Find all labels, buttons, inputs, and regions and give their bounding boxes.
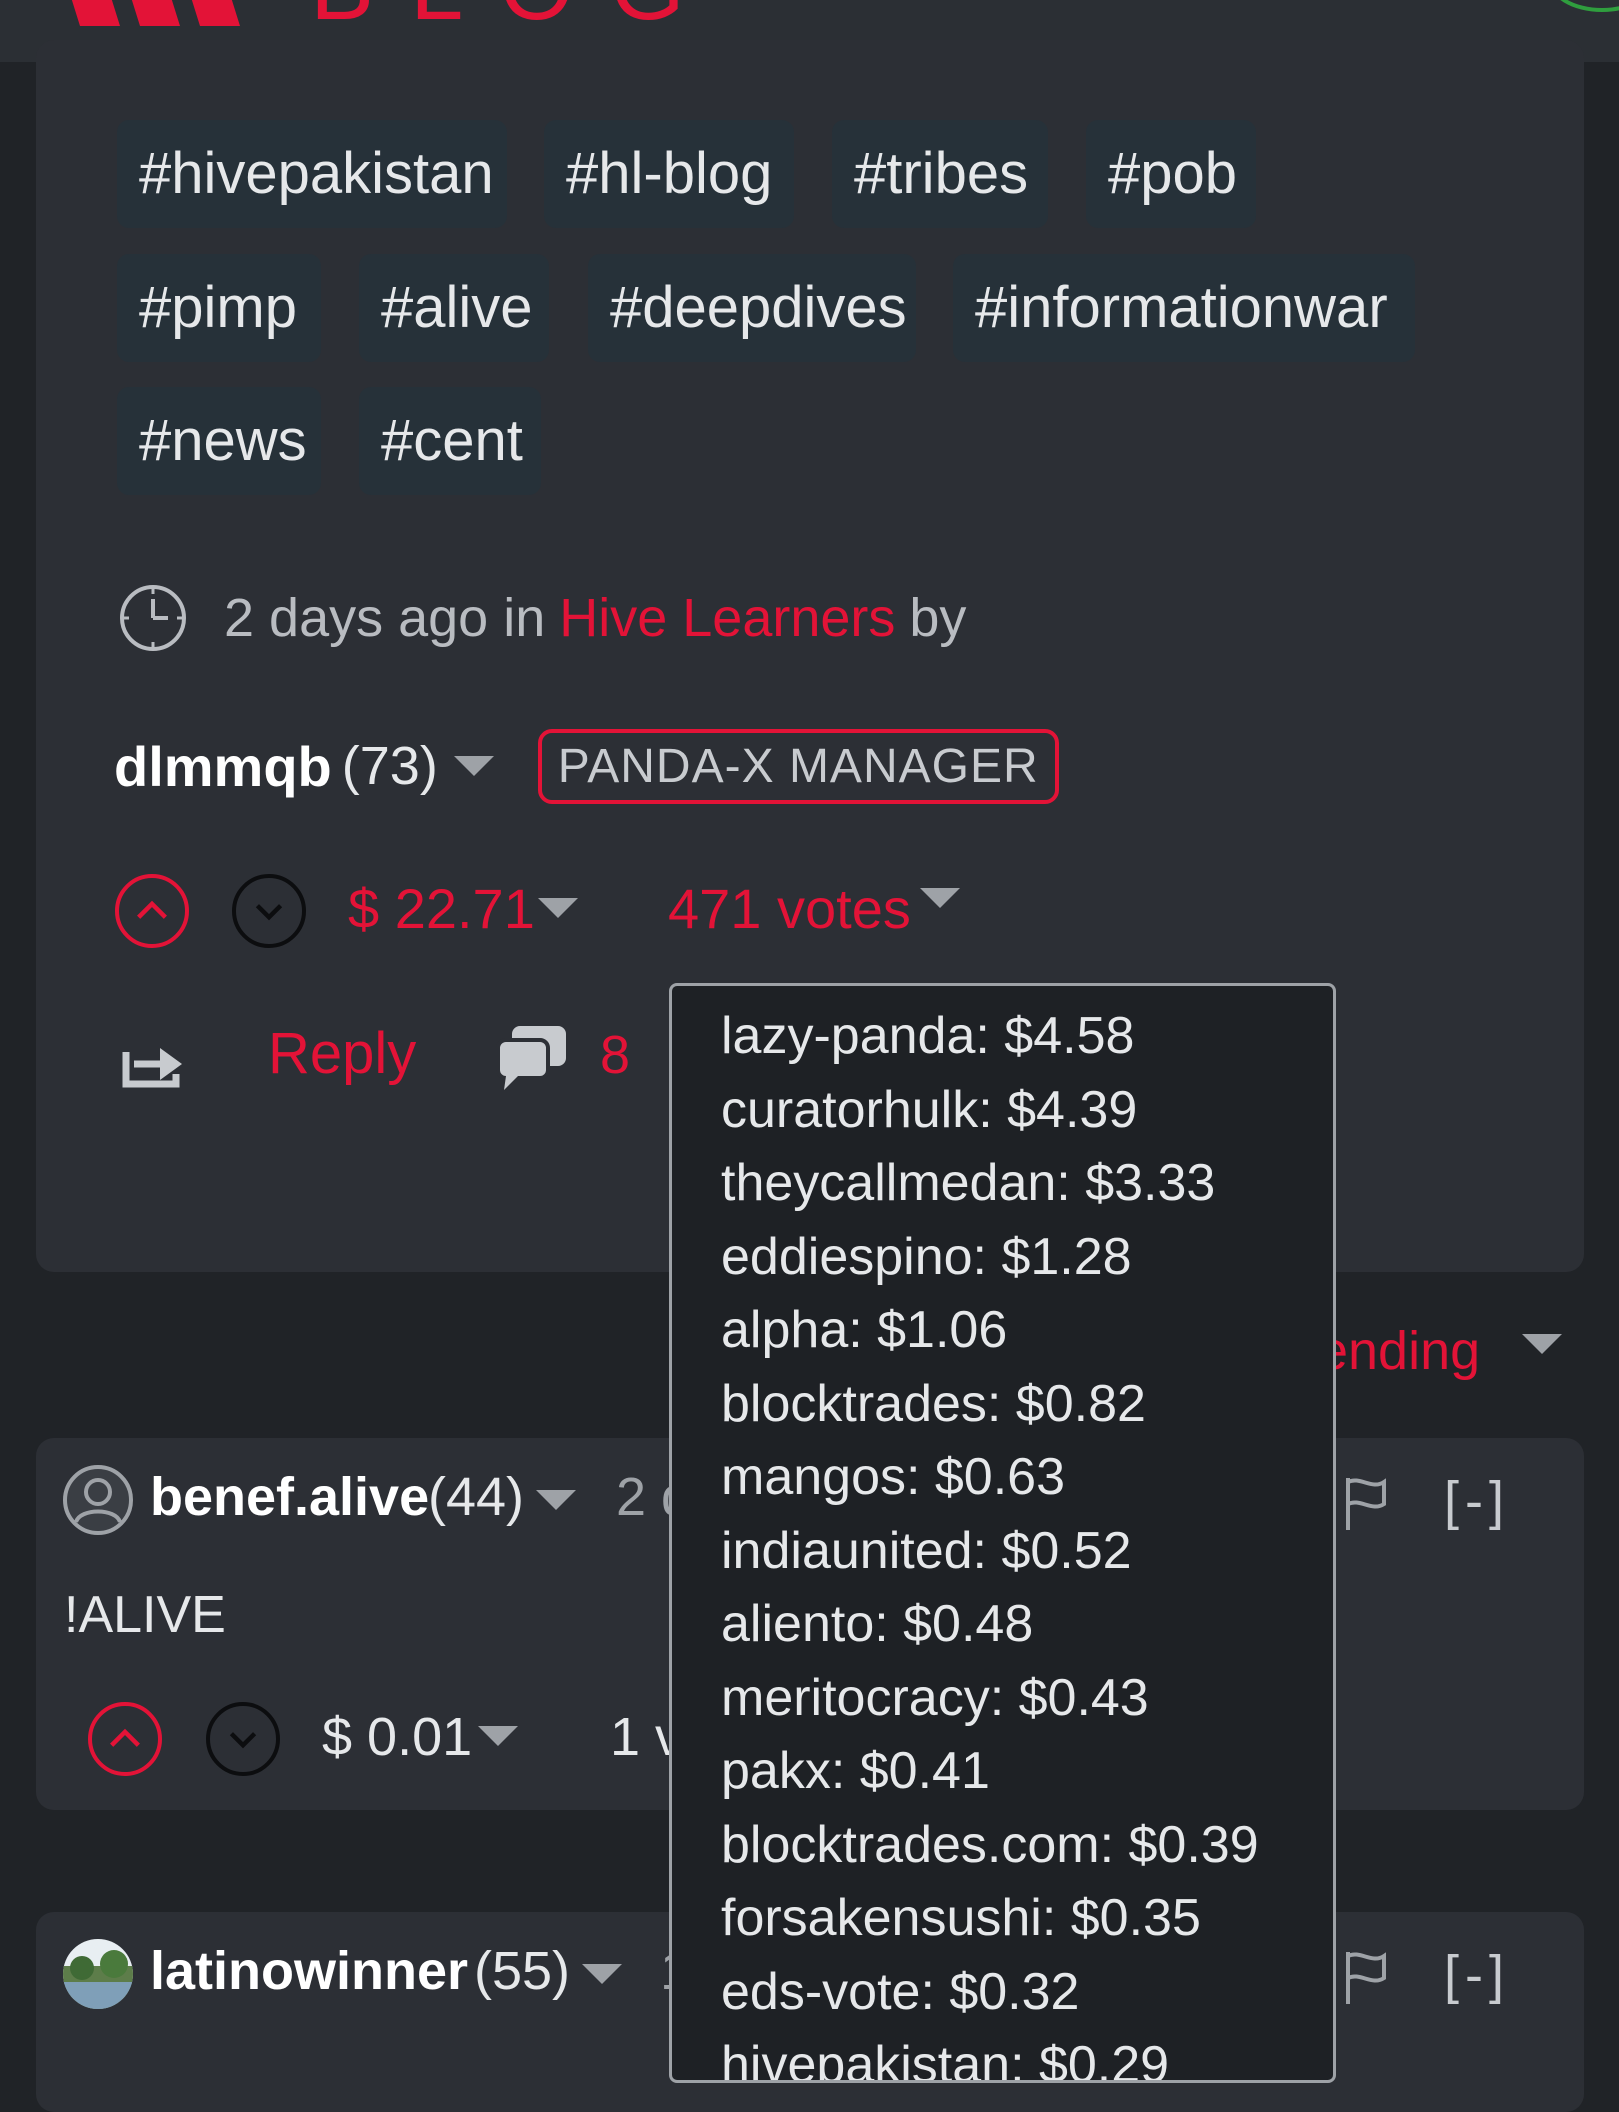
voter-entry[interactable]: mangos: $0.63 bbox=[721, 1447, 1065, 1507]
tag-hl-blog[interactable]: #hl-blog bbox=[544, 120, 794, 228]
comments-icon[interactable] bbox=[496, 1024, 568, 1092]
tag-hivepakistan[interactable]: #hivepakistan bbox=[117, 120, 507, 228]
payout-caret-icon[interactable] bbox=[538, 898, 578, 918]
reply-link[interactable]: Reply bbox=[268, 1020, 416, 1087]
user-avatar-ring[interactable] bbox=[1548, 0, 1619, 12]
comment-payout-caret-icon[interactable] bbox=[478, 1726, 518, 1746]
voter-entry[interactable]: pakx: $0.41 bbox=[721, 1741, 990, 1801]
post-payout[interactable]: $ 22.71 bbox=[348, 876, 535, 941]
comments-count[interactable]: 8 bbox=[600, 1024, 630, 1086]
post-meta: 2 days ago in Hive Learners by bbox=[118, 582, 966, 654]
author-menu-caret-icon[interactable] bbox=[453, 756, 494, 776]
comment-author-reputation: (55) bbox=[474, 1941, 571, 2001]
author-line: dlmmqb (73) PANDA-X MANAGER bbox=[114, 726, 1059, 806]
tag-alive[interactable]: #alive bbox=[359, 254, 549, 362]
voter-entry[interactable]: alpha: $1.06 bbox=[721, 1300, 1007, 1360]
user-avatar-icon[interactable] bbox=[62, 1938, 134, 2010]
votes-caret-icon[interactable] bbox=[920, 888, 960, 908]
tag-cent[interactable]: #cent bbox=[359, 387, 541, 495]
reblog-icon[interactable] bbox=[120, 1030, 186, 1090]
voter-entry[interactable]: forsakensushi: $0.35 bbox=[721, 1888, 1201, 1948]
comment-author-reputation: (44) bbox=[428, 1467, 525, 1527]
comment-author-caret-icon[interactable] bbox=[582, 1964, 622, 1984]
comment-body: !ALIVE bbox=[64, 1586, 226, 1644]
voters-tooltip: lazy-panda: $4.58 curatorhulk: $4.39 the… bbox=[669, 983, 1336, 2083]
clock-icon bbox=[120, 585, 186, 651]
voter-entry[interactable]: eddiespino: $1.28 bbox=[721, 1227, 1132, 1287]
voter-entry[interactable]: blocktrades: $0.82 bbox=[721, 1374, 1146, 1434]
voter-entry[interactable]: hivepakistan: $0.29 bbox=[721, 2035, 1169, 2080]
comment-payout[interactable]: $ 0.01 bbox=[322, 1706, 472, 1768]
voter-entry[interactable]: eds-vote: $0.32 bbox=[721, 1962, 1079, 2022]
voter-entry[interactable]: lazy-panda: $4.58 bbox=[721, 1006, 1134, 1066]
comment-downvote-button[interactable] bbox=[206, 1702, 280, 1776]
comment-author-caret-icon[interactable] bbox=[536, 1490, 576, 1510]
tag-deepdives[interactable]: #deepdives bbox=[588, 254, 916, 362]
post-time: 2 days ago in bbox=[224, 588, 546, 648]
flag-icon[interactable] bbox=[1344, 1476, 1388, 1532]
flag-icon[interactable] bbox=[1344, 1950, 1388, 2006]
user-avatar-icon[interactable] bbox=[62, 1464, 134, 1536]
comment-upvote-button[interactable] bbox=[88, 1702, 162, 1776]
voter-entry[interactable]: blocktrades.com: $0.39 bbox=[721, 1815, 1259, 1875]
community-link[interactable]: Hive Learners bbox=[559, 587, 895, 649]
sort-caret-icon[interactable] bbox=[1522, 1334, 1562, 1354]
voter-entry[interactable]: indiaunited: $0.52 bbox=[721, 1521, 1132, 1581]
collapse-button[interactable]: [-] bbox=[1444, 1944, 1510, 2006]
author-reputation: (73) bbox=[341, 736, 438, 796]
comment-author[interactable]: latinowinner bbox=[150, 1940, 468, 2002]
by-label: by bbox=[909, 588, 967, 648]
voter-entry[interactable]: aliento: $0.48 bbox=[721, 1594, 1033, 1654]
tag-pob[interactable]: #pob bbox=[1086, 120, 1256, 228]
voter-entry[interactable]: curatorhulk: $4.39 bbox=[721, 1080, 1137, 1140]
post-votes-link[interactable]: 471 votes bbox=[668, 876, 911, 941]
tag-pimp[interactable]: #pimp bbox=[117, 254, 321, 362]
tag-tribes[interactable]: #tribes bbox=[832, 120, 1048, 228]
voter-entry[interactable]: meritocracy: $0.43 bbox=[721, 1668, 1149, 1728]
tag-news[interactable]: #news bbox=[117, 387, 321, 495]
collapse-button[interactable]: [-] bbox=[1444, 1470, 1510, 1532]
author-name[interactable]: dlmmqb bbox=[114, 734, 332, 799]
downvote-button[interactable] bbox=[232, 874, 306, 948]
upvote-button[interactable] bbox=[115, 874, 189, 948]
tag-informationwar[interactable]: #informationwar bbox=[953, 254, 1415, 362]
site-logo-text[interactable]: BLOG bbox=[310, 0, 721, 42]
comment-author[interactable]: benef.alive bbox=[150, 1466, 429, 1528]
author-badge: PANDA-X MANAGER bbox=[537, 728, 1059, 804]
hive-logo-icon[interactable] bbox=[60, 0, 240, 26]
voter-entry[interactable]: theycallmedan: $3.33 bbox=[721, 1153, 1215, 1213]
